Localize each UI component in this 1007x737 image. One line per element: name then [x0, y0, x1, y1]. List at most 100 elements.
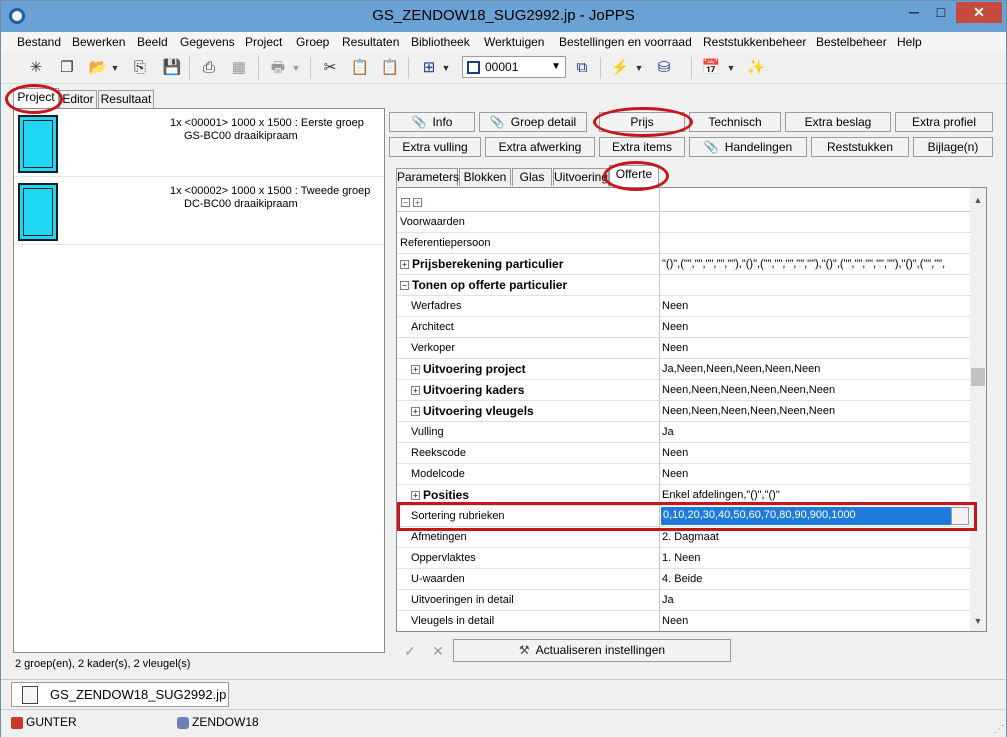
tab-offerte[interactable]: Offerte: [609, 165, 659, 187]
table-row[interactable]: Werfadres Neen: [397, 296, 971, 317]
list-item[interactable]: 1x <00001> 1000 x 1500 : Eerste groep GS…: [14, 111, 384, 177]
calendar-dropdown-icon[interactable]: ▼: [725, 57, 737, 79]
menu-bestelbeheer[interactable]: Bestelbeheer: [816, 35, 887, 49]
confirm-button[interactable]: ✓: [399, 640, 421, 662]
menu-resultaten[interactable]: Resultaten: [342, 35, 399, 49]
lightning-dropdown-icon[interactable]: ▼: [633, 57, 645, 79]
minimize-button[interactable]: ─: [901, 2, 927, 23]
table-row[interactable]: Sortering rubrieken 0,10,20,30,40,50,60,7…: [397, 506, 971, 527]
collapse-icon[interactable]: −: [400, 281, 409, 291]
table-row[interactable]: + Posities Enkel afdelingen,"()","()": [397, 485, 971, 506]
property-value[interactable]: 4. Beide: [662, 573, 702, 585]
tab-resultaat[interactable]: Resultaat: [98, 90, 154, 108]
table-row[interactable]: + Uitvoering kaders Neen,Neen,Neen,Neen,Ne…: [397, 380, 971, 401]
property-value-editor[interactable]: 0,10,20,30,40,50,60,70,80,90,900,1000: [661, 507, 951, 525]
menu-gegevens[interactable]: Gegevens: [180, 35, 235, 49]
table-row[interactable]: Modelcode Neen: [397, 464, 971, 485]
database-query-icon[interactable]: ⛁: [653, 57, 675, 79]
table-row[interactable]: + Uitvoering project Ja,Neen,Neen,Neen,Nee…: [397, 359, 971, 380]
property-value[interactable]: Neen,Neen,Neen,Neen,Neen,Neen: [662, 405, 835, 417]
magic-wand-icon[interactable]: ✨: [745, 57, 767, 79]
menu-help[interactable]: Help: [897, 35, 922, 49]
close-button[interactable]: ✕: [956, 2, 1002, 23]
expand-icon[interactable]: +: [411, 491, 420, 501]
table-row[interactable]: + Uitvoering vleugels Neen,Neen,Neen,Neen,…: [397, 401, 971, 422]
paste-special-icon[interactable]: 📋: [379, 57, 401, 79]
calendar-icon[interactable]: 📅: [700, 57, 722, 79]
tab-parameters[interactable]: Parameters: [396, 168, 459, 186]
prijs-button[interactable]: Prijs: [599, 112, 685, 132]
bijlagen-button[interactable]: Bijlage(n): [913, 137, 993, 157]
expand-icon[interactable]: +: [400, 260, 409, 270]
extra-vulling-button[interactable]: Extra vulling: [389, 137, 481, 157]
menu-reststukkenbeheer[interactable]: Reststukkenbeheer: [703, 35, 806, 49]
menu-bewerken[interactable]: Bewerken: [72, 35, 125, 49]
value-edit-button[interactable]: [951, 507, 969, 525]
resize-grip-icon[interactable]: ⋰: [994, 724, 1004, 735]
printer-icon[interactable]: 🖶: [267, 57, 289, 79]
table-row[interactable]: + Prijsberekening particulier "()",("","",…: [397, 254, 971, 275]
property-value[interactable]: 2. Dagmaat: [662, 531, 719, 543]
select-frame-dropdown-icon[interactable]: ▼: [440, 57, 452, 79]
new-file-icon[interactable]: ✳: [25, 57, 47, 79]
info-button[interactable]: 📎 Info: [389, 112, 475, 132]
property-value[interactable]: Neen: [662, 321, 688, 333]
export-icon[interactable]: ⎘: [129, 57, 151, 79]
property-value[interactable]: Enkel afdelingen,"()","()": [662, 489, 780, 501]
table-row[interactable]: Vleugels in detail Neen: [397, 611, 971, 631]
scroll-up-icon[interactable]: ▲: [970, 192, 986, 208]
scroll-thumb[interactable]: [971, 368, 985, 386]
collapse-all-icon[interactable]: −: [401, 198, 410, 208]
property-value[interactable]: Ja: [662, 594, 674, 606]
printer-dropdown-icon[interactable]: ▼: [290, 57, 302, 79]
vertical-scrollbar[interactable]: ▲ ▼: [970, 188, 986, 631]
property-value[interactable]: Ja: [662, 426, 674, 438]
handelingen-button[interactable]: 📎 Handelingen: [689, 137, 807, 157]
multi-window-icon[interactable]: ⧉: [571, 57, 593, 79]
property-value[interactable]: Neen: [662, 615, 688, 627]
extra-afwerking-button[interactable]: Extra afwerking: [485, 137, 595, 157]
table-row[interactable]: Reekscode Neen: [397, 443, 971, 464]
document-tab[interactable]: GS_ZENDOW18_SUG2992.jp: [11, 682, 229, 707]
property-value[interactable]: "()",("","","","",""),"()",("","","","",…: [662, 258, 945, 270]
paste-icon[interactable]: 📋: [349, 57, 371, 79]
table-row[interactable]: − Tonen op offerte particulier: [397, 275, 971, 296]
extra-profiel-button[interactable]: Extra profiel: [895, 112, 993, 132]
menu-beeld[interactable]: Beeld: [137, 35, 168, 49]
groep-detail-button[interactable]: 📎 Groep detail: [479, 112, 587, 132]
menu-project[interactable]: Project: [245, 35, 282, 49]
table-row[interactable]: U-waarden 4. Beide: [397, 569, 971, 590]
property-value[interactable]: Neen,Neen,Neen,Neen,Neen,Neen: [662, 384, 835, 396]
table-row[interactable]: Architect Neen: [397, 317, 971, 338]
table-row[interactable]: Verkoper Neen: [397, 338, 971, 359]
property-value[interactable]: Ja,Neen,Neen,Neen,Neen,Neen: [662, 363, 820, 375]
table-row[interactable]: Vulling Ja: [397, 422, 971, 443]
property-value[interactable]: Neen: [662, 300, 688, 312]
table-row[interactable]: Voorwaarden: [397, 212, 971, 233]
property-value[interactable]: Neen: [662, 342, 688, 354]
tab-uitvoering[interactable]: Uitvoering: [553, 168, 609, 186]
cancel-button[interactable]: ✕: [427, 640, 449, 662]
table-row[interactable]: Afmetingen 2. Dagmaat: [397, 527, 971, 548]
expand-icon[interactable]: +: [411, 407, 420, 417]
table-icon[interactable]: ▦: [228, 57, 250, 79]
menu-bibliotheek[interactable]: Bibliotheek: [411, 35, 470, 49]
group-selector-combo[interactable]: 00001 ▼: [462, 56, 566, 78]
tab-glas[interactable]: Glas: [512, 168, 552, 186]
open-dropdown-icon[interactable]: ▼: [109, 57, 121, 79]
select-frame-icon[interactable]: ⊞: [418, 57, 440, 79]
extra-beslag-button[interactable]: Extra beslag: [785, 112, 891, 132]
reststukken-button[interactable]: Reststukken: [811, 137, 909, 157]
extra-items-button[interactable]: Extra items: [599, 137, 685, 157]
list-item[interactable]: 1x <00002> 1000 x 1500 : Tweede groep DC…: [14, 179, 384, 245]
cut-icon[interactable]: ✂: [319, 57, 341, 79]
technisch-button[interactable]: Technisch: [689, 112, 781, 132]
table-row[interactable]: Referentiepersoon: [397, 233, 971, 254]
menu-bestellingen[interactable]: Bestellingen en voorraad: [559, 35, 692, 49]
tab-blokken[interactable]: Blokken: [459, 168, 511, 186]
menu-bestand[interactable]: Bestand: [17, 35, 61, 49]
expand-all-icon[interactable]: +: [413, 198, 422, 208]
tab-editor[interactable]: Editor: [59, 90, 97, 108]
property-value[interactable]: 1. Neen: [662, 552, 701, 564]
menu-groep[interactable]: Groep: [296, 35, 329, 49]
